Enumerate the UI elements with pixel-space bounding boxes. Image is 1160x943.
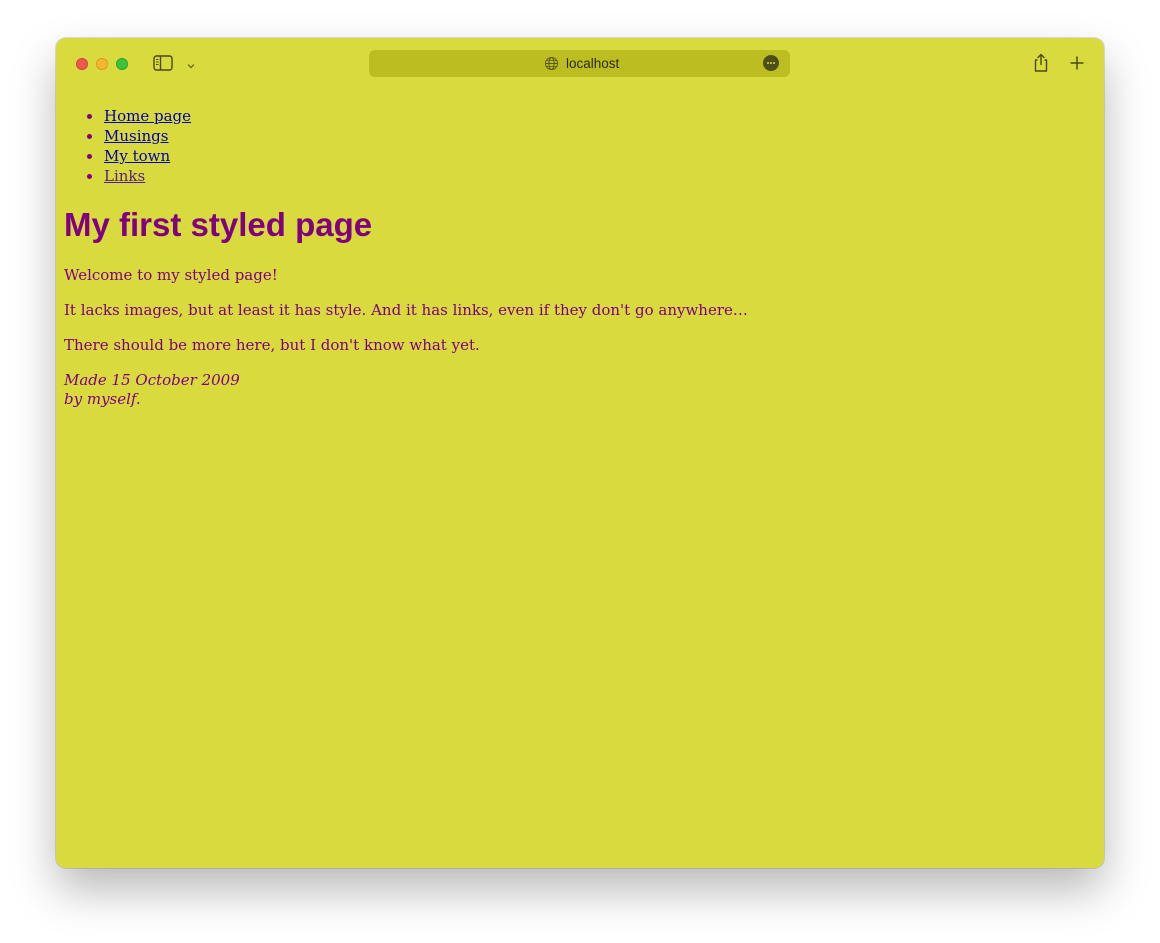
paragraph-more: There should be more here, but I don't k… xyxy=(64,336,480,354)
navigation-menu: Home page Musings My town Links xyxy=(64,106,1094,186)
page-content: Home page Musings My town Links My first… xyxy=(64,90,1094,409)
chevron-down-icon[interactable] xyxy=(186,58,196,69)
more-icon[interactable] xyxy=(763,55,779,71)
signature-date: Made 15 October 2009 xyxy=(64,371,240,389)
browser-toolbar: localhost xyxy=(56,38,1104,90)
minimize-button[interactable] xyxy=(96,58,108,70)
nav-item-home: Home page xyxy=(104,106,1094,126)
page-title: My first styled page xyxy=(64,206,373,243)
nav-item-musings: Musings xyxy=(104,126,1094,146)
close-button[interactable] xyxy=(76,58,88,70)
nav-link-musings[interactable]: Musings xyxy=(104,127,168,145)
sidebar-icon[interactable] xyxy=(153,55,173,71)
nav-item-links: Links xyxy=(104,166,1094,186)
zoom-button[interactable] xyxy=(116,58,128,70)
globe-icon xyxy=(544,56,559,71)
signature-address: Made 15 October 2009 by myself. xyxy=(64,371,1094,409)
nav-link-links[interactable]: Links xyxy=(104,167,145,185)
paragraph-style: It lacks images, but at least it has sty… xyxy=(64,301,748,319)
paragraph-welcome: Welcome to my styled page! xyxy=(64,266,278,284)
plus-icon[interactable] xyxy=(1069,55,1085,71)
browser-window: localhost Home page Musings My town Link… xyxy=(56,38,1104,868)
nav-link-home[interactable]: Home page xyxy=(104,107,191,125)
url-text[interactable]: localhost xyxy=(566,55,619,72)
share-icon[interactable] xyxy=(1032,53,1050,73)
signature-author: by myself. xyxy=(64,390,141,408)
nav-link-my-town[interactable]: My town xyxy=(104,147,170,165)
address-bar[interactable]: localhost xyxy=(369,50,790,77)
nav-item-my-town: My town xyxy=(104,146,1094,166)
